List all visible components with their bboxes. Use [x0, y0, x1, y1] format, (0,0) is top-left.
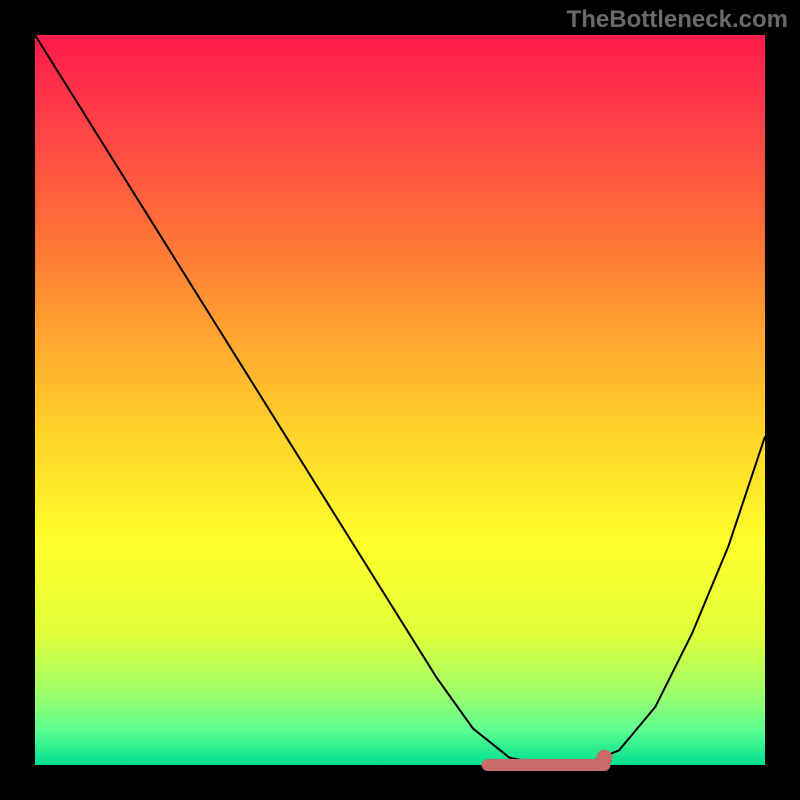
bottleneck-curve [35, 35, 765, 765]
chart-container: TheBottleneck.com [0, 0, 800, 800]
chart-svg [35, 35, 765, 765]
watermark-text: TheBottleneck.com [567, 6, 788, 34]
optimal-point-marker [596, 750, 612, 766]
